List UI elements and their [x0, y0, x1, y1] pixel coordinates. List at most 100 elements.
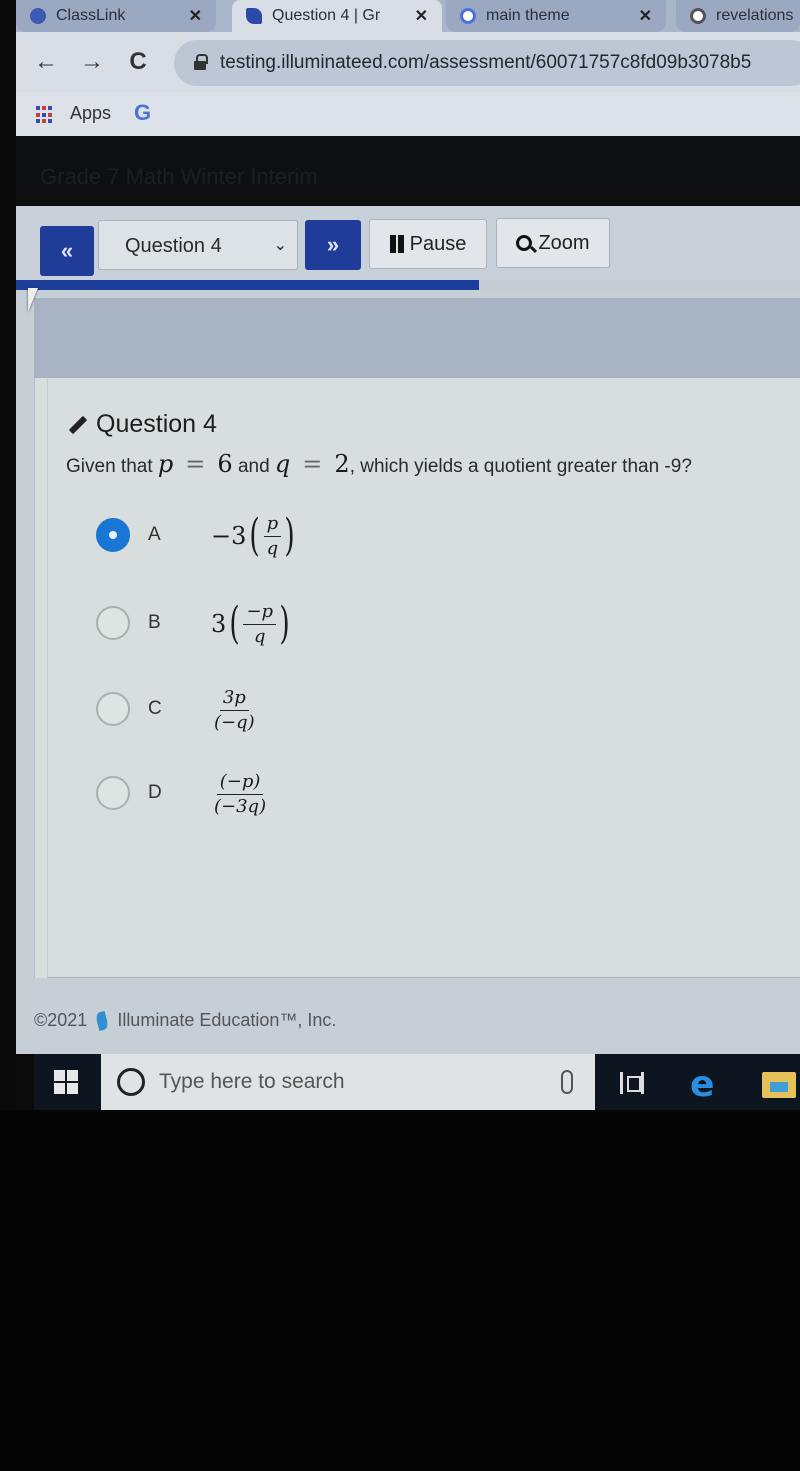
tab-classlink[interactable]: ClassLink ✕ [16, 0, 216, 32]
choice-b-expression: 3 ( −p q ) [211, 594, 293, 654]
edge-browser-icon[interactable]: e [690, 1064, 714, 1105]
radio-d[interactable] [96, 776, 130, 810]
close-tab-icon[interactable]: ✕ [639, 6, 652, 26]
microphone-icon[interactable] [561, 1070, 573, 1094]
mouse-cursor-icon [28, 288, 38, 312]
choice-d[interactable]: D (−p) (−3q) [96, 758, 496, 828]
numerator: 3p [219, 687, 249, 711]
tab-strip: ClassLink ✕ Question 4 | Gr ✕ main theme… [16, 0, 800, 32]
equals-sign: = [302, 450, 323, 478]
previous-question-button[interactable]: « [40, 226, 94, 276]
pause-icon [389, 235, 406, 253]
copyright-year: ©2021 [34, 1010, 88, 1030]
choice-d-expression: (−p) (−3q) [211, 764, 269, 824]
value-q: 2 [334, 450, 350, 478]
tab-main-theme[interactable]: main theme ✕ [446, 0, 666, 32]
double-chevron-left-icon: « [60, 238, 74, 263]
value-p: 6 [217, 450, 233, 478]
windows-start-icon[interactable] [54, 1070, 78, 1094]
fraction: (−p) (−3q) [211, 771, 269, 817]
choice-c[interactable]: C 3p (−q) [96, 674, 496, 744]
choice-a[interactable]: A −3 ( p q ) [96, 500, 496, 570]
fraction: 3p (−q) [211, 687, 258, 733]
fraction: −p q [243, 601, 277, 647]
chevron-down-icon: ⌄ [273, 237, 287, 254]
next-question-button[interactable]: » [305, 220, 361, 270]
lock-icon [194, 54, 208, 70]
tab-favicon-icon [690, 8, 706, 24]
taskbar-search-box[interactable]: Type here to search [101, 1054, 595, 1110]
denominator: (−3q) [214, 795, 267, 817]
radio-b[interactable] [96, 606, 130, 640]
choice-b[interactable]: B 3 ( −p q ) [96, 588, 496, 658]
company-name: Illuminate Education™, Inc. [117, 1010, 337, 1030]
tab-question-4[interactable]: Question 4 | Gr ✕ [232, 0, 442, 32]
google-bookmark-icon[interactable]: G [134, 100, 151, 126]
coefficient: 3 [211, 610, 227, 638]
denominator: (−q) [214, 711, 255, 733]
page-footer: ©2021 Illuminate Education™, Inc. [34, 1010, 336, 1031]
prompt-conj: and [237, 456, 270, 477]
tab-label: Question 4 | Gr [272, 7, 381, 24]
tab-revelations[interactable]: revelations [676, 0, 800, 32]
close-tab-icon[interactable]: ✕ [189, 6, 202, 26]
question-card: Question 4 Given that p = 6 and q = 2, which… [34, 378, 800, 978]
screen: ClassLink ✕ Question 4 | Gr ✕ main theme… [0, 0, 800, 1110]
file-explorer-icon[interactable] [762, 1072, 796, 1098]
bezel [0, 0, 16, 1110]
illuminate-logo-icon [95, 1010, 110, 1031]
search-placeholder: Type here to search [159, 1070, 345, 1093]
denominator: q [266, 537, 279, 559]
numerator: −p [243, 601, 277, 625]
question-heading-text: Question 4 [96, 410, 217, 438]
reload-button[interactable]: C [124, 48, 152, 76]
app-header: Grade 7 Math Winter Interim [16, 136, 800, 206]
google-favicon-icon [460, 8, 476, 24]
question-banner [34, 298, 800, 378]
right-paren: ) [284, 510, 295, 561]
tab-label: ClassLink [56, 7, 126, 24]
var-p: p [157, 450, 174, 478]
choice-letter: C [148, 698, 162, 719]
pause-label: Pause [409, 232, 467, 255]
tab-label: revelations [716, 7, 794, 24]
assessment-controls: « Question 4 ⌄ » Pause Zoom [16, 206, 800, 284]
left-paren: ( [229, 598, 241, 649]
var-q: q [274, 450, 291, 478]
progress-bar [16, 280, 800, 290]
radio-a[interactable] [96, 518, 130, 552]
fraction: p q [263, 513, 282, 559]
denominator: q [253, 625, 266, 647]
back-button[interactable]: ← [32, 48, 60, 76]
choice-c-expression: 3p (−q) [211, 680, 258, 740]
assessment-title: Grade 7 Math Winter Interim [40, 164, 318, 189]
choice-a-expression: −3 ( p q ) [211, 506, 298, 566]
radio-c[interactable] [96, 692, 130, 726]
magnifier-icon [516, 235, 533, 251]
double-chevron-right-icon: » [326, 232, 340, 257]
zoom-label: Zoom [538, 231, 590, 254]
prompt-prefix: Given that [66, 456, 153, 477]
equals-sign: = [185, 450, 206, 478]
browser-toolbar: ← → C testing.illuminateed.com/assessmen… [16, 32, 800, 92]
classlink-favicon-icon [30, 8, 46, 24]
question-select[interactable]: Question 4 ⌄ [98, 220, 298, 270]
question-prompt: Given that p = 6 and q = 2, which yields a q… [66, 450, 692, 478]
url-text[interactable]: testing.illuminateed.com/assessment/6007… [220, 52, 751, 74]
left-paren: ( [249, 510, 261, 561]
pause-button[interactable]: Pause [369, 219, 487, 269]
question-page: Question 4 Given that p = 6 and q = 2, which… [16, 290, 800, 1054]
close-tab-icon[interactable]: ✕ [415, 6, 428, 26]
address-bar[interactable]: testing.illuminateed.com/assessment/6007… [174, 40, 800, 86]
windows-taskbar: Type here to search e [34, 1054, 800, 1110]
numerator: (−p) [216, 771, 264, 795]
choice-letter: A [148, 524, 161, 545]
right-paren: ) [279, 598, 290, 649]
choice-letter: B [148, 612, 161, 633]
progress-fill [16, 280, 479, 290]
apps-bookmark[interactable]: Apps [70, 103, 111, 124]
zoom-button[interactable]: Zoom [496, 218, 610, 268]
apps-grid-icon[interactable] [36, 106, 54, 124]
task-view-icon[interactable] [620, 1072, 644, 1094]
forward-button[interactable]: → [78, 48, 106, 76]
